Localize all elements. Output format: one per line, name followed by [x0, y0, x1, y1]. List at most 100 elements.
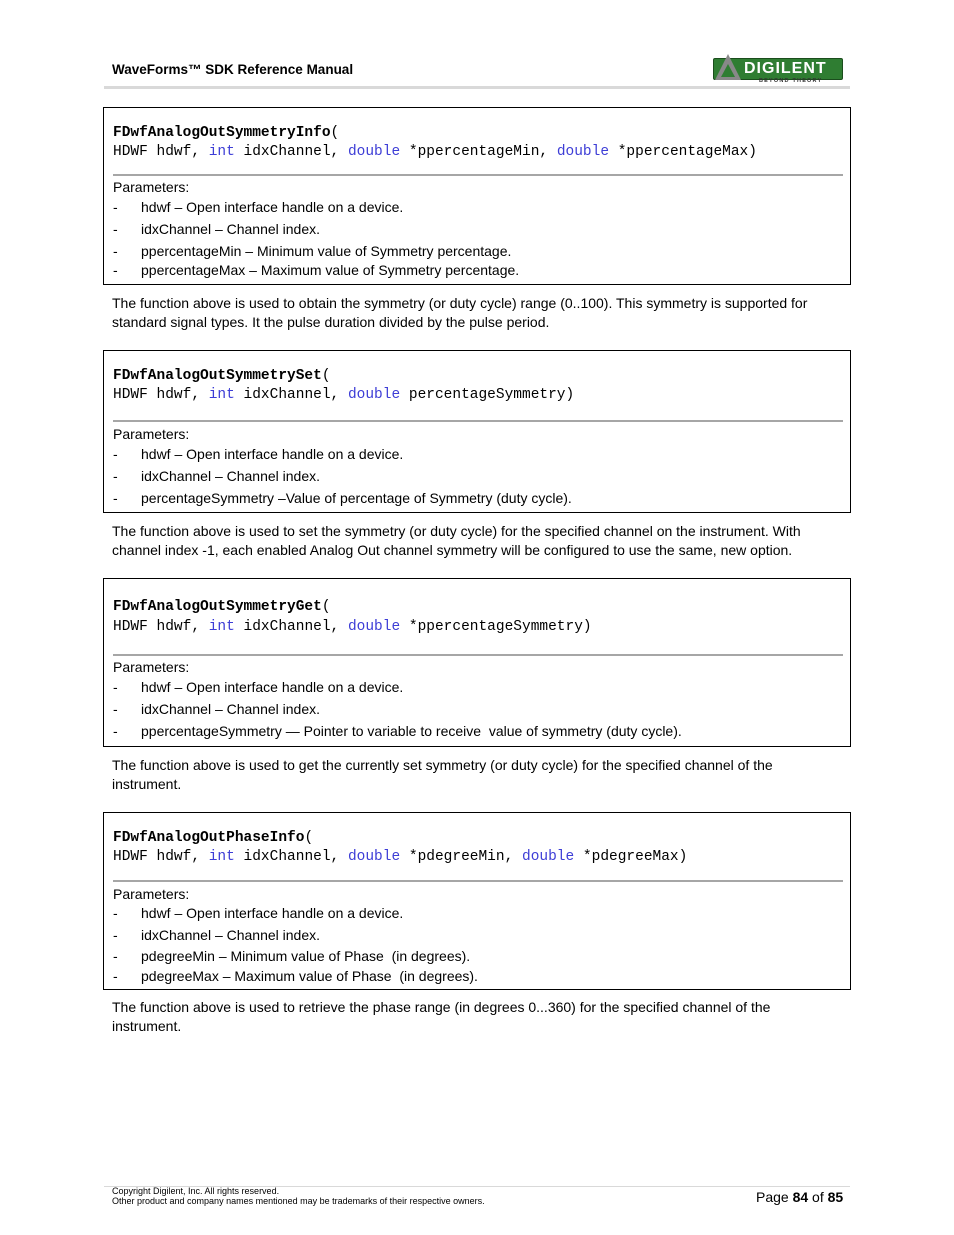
parameter-text: idxChannel – Channel index.: [141, 701, 321, 717]
type-keyword: double: [347, 619, 401, 635]
header-divider: [104, 86, 850, 89]
page-total: 85: [827, 1189, 844, 1205]
signature-text: *ppercentageMin,: [400, 144, 557, 160]
logo-triangle-inner-icon: [721, 64, 735, 77]
parameter-text: ppercentageSymmetry — Pointer to variabl…: [141, 723, 682, 739]
open-paren: (: [321, 368, 331, 384]
bullet-dash: -: [113, 199, 118, 215]
parameter-item: - idxChannel – Channel index.: [113, 927, 320, 943]
function-name: FDwfAnalogOutSymmetryInfo: [113, 125, 331, 141]
bullet-dash: -: [113, 446, 118, 462]
bullet-dash: -: [113, 701, 118, 717]
parameter-text: hdwf – Open interface handle on a device…: [141, 905, 404, 921]
type-keyword: int: [208, 619, 235, 635]
logo-wordmark: DIGILENT: [744, 60, 827, 77]
parameter-item: - ppercentageSymmetry — Pointer to variab…: [113, 723, 682, 739]
signature-text: *ppercentageSymmetry): [400, 619, 592, 635]
parameter-text: pdegreeMax – Maximum value of Phase (in …: [141, 968, 478, 984]
logo-tagline: BEYOND THEORY: [759, 78, 823, 84]
parameter-item: - ppercentageMax – Maximum value of Symme…: [113, 262, 519, 278]
signature-text: percentageSymmetry): [400, 387, 575, 403]
type-keyword: int: [208, 387, 235, 403]
parameter-text: pdegreeMin – Minimum value of Phase (in …: [141, 948, 471, 964]
parameter-item: - hdwf – Open interface handle on a devic…: [113, 679, 403, 695]
parameter-text: hdwf – Open interface handle on a device…: [141, 679, 404, 695]
signature-text: HDWF hdwf,: [113, 144, 209, 160]
parameter-text: hdwf – Open interface handle on a device…: [141, 446, 404, 462]
function-box: FDwfAnalogOutSymmetryInfo( HDWF hdwf, int…: [103, 107, 851, 285]
signature-text: *ppercentageMax): [609, 144, 757, 160]
parameter-item: - ppercentageMin – Minimum value of Symme…: [113, 243, 511, 259]
function-box: FDwfAnalogOutSymmetryGet( HDWF hdwf, int …: [103, 578, 851, 747]
function-description: The function above is used to set the sy…: [112, 523, 801, 558]
parameter-text: percentageSymmetry –Value of percentage …: [141, 490, 572, 506]
function-signature-args: HDWF hdwf, int idxChannel, double *pperc…: [113, 619, 592, 635]
bullet-dash: -: [113, 927, 118, 943]
function-signature-args: HDWF hdwf, int idxChannel, double *pperc…: [113, 144, 757, 160]
signature-text: *pdegreeMin,: [400, 849, 522, 865]
bullet-dash: -: [113, 723, 118, 739]
signature-divider: [113, 420, 843, 422]
function-description: The function above is used to retrieve t…: [112, 999, 771, 1034]
parameters-label: Parameters:: [113, 179, 190, 195]
function-description: The function above is used to get the cu…: [112, 757, 773, 792]
bullet-dash: -: [113, 262, 118, 278]
parameter-item: - percentageSymmetry –Value of percentage…: [113, 490, 572, 506]
page-current: 84: [792, 1189, 809, 1205]
function-box: FDwfAnalogOutPhaseInfo( HDWF hdwf, int id…: [103, 812, 851, 990]
signature-text: idxChannel,: [234, 619, 348, 635]
parameter-text: ppercentageMin – Minimum value of Symmet…: [141, 243, 512, 259]
page-number: Page 84 of 85: [756, 1189, 843, 1205]
function-name: FDwfAnalogOutSymmetrySet: [113, 368, 322, 384]
parameter-item: - idxChannel – Channel index.: [113, 468, 320, 484]
function-name: FDwfAnalogOutSymmetryGet: [113, 599, 322, 615]
parameter-item: - hdwf – Open interface handle on a devic…: [113, 446, 403, 462]
bullet-dash: -: [113, 490, 118, 506]
function-signature-args: HDWF hdwf, int idxChannel, double percen…: [113, 387, 574, 403]
parameters-label: Parameters:: [113, 426, 190, 442]
type-keyword: int: [208, 144, 235, 160]
signature-text: *pdegreeMax): [574, 849, 688, 865]
function-signature-args: HDWF hdwf, int idxChannel, double *pdegr…: [113, 849, 687, 865]
copyright-text: Copyright Digilent, Inc. All rights rese…: [112, 1186, 280, 1196]
parameters-label: Parameters:: [113, 659, 190, 675]
open-paren: (: [321, 599, 331, 615]
parameter-item: - hdwf – Open interface handle on a devic…: [113, 199, 403, 215]
footer-copyright: Copyright Digilent, Inc. All rights rese…: [112, 1186, 485, 1206]
function-signature-name: FDwfAnalogOutSymmetrySet(: [113, 368, 331, 384]
bullet-dash: -: [113, 221, 118, 237]
type-keyword: double: [347, 144, 401, 160]
function-signature-name: FDwfAnalogOutSymmetryGet(: [113, 599, 331, 615]
bullet-dash: -: [113, 243, 118, 259]
function-description: The function above is used to obtain the…: [112, 295, 808, 330]
signature-text: HDWF hdwf,: [113, 849, 209, 865]
bullet-dash: -: [113, 968, 118, 984]
signature-text: HDWF hdwf,: [113, 387, 209, 403]
parameter-item: - pdegreeMax – Maximum value of Phase (in…: [113, 968, 478, 984]
parameter-item: - hdwf – Open interface handle on a devic…: [113, 905, 403, 921]
open-paren: (: [330, 125, 340, 141]
parameter-text: ppercentageMax – Maximum value of Symmet…: [141, 262, 520, 278]
function-signature-name: FDwfAnalogOutPhaseInfo(: [113, 830, 313, 846]
function-signature-name: FDwfAnalogOutSymmetryInfo(: [113, 125, 339, 141]
parameter-text: hdwf – Open interface handle on a device…: [141, 199, 404, 215]
signature-text: idxChannel,: [234, 849, 348, 865]
open-paren: (: [304, 830, 314, 846]
function-name: FDwfAnalogOutPhaseInfo: [113, 830, 305, 846]
type-keyword: double: [556, 144, 610, 160]
parameter-text: idxChannel – Channel index.: [141, 927, 321, 943]
parameter-item: - idxChannel – Channel index.: [113, 221, 320, 237]
parameter-text: idxChannel – Channel index.: [141, 468, 321, 484]
parameters-label: Parameters:: [113, 886, 190, 902]
parameter-item: - idxChannel – Channel index.: [113, 701, 320, 717]
signature-text: idxChannel,: [234, 144, 348, 160]
signature-divider: [113, 880, 843, 882]
bullet-dash: -: [113, 679, 118, 695]
parameter-item: - pdegreeMin – Minimum value of Phase (in…: [113, 948, 470, 964]
type-keyword: double: [347, 387, 401, 403]
bullet-dash: -: [113, 948, 118, 964]
type-keyword: double: [347, 849, 401, 865]
signature-divider: [113, 174, 843, 176]
parameter-text: idxChannel – Channel index.: [141, 221, 321, 237]
signature-text: idxChannel,: [234, 387, 348, 403]
